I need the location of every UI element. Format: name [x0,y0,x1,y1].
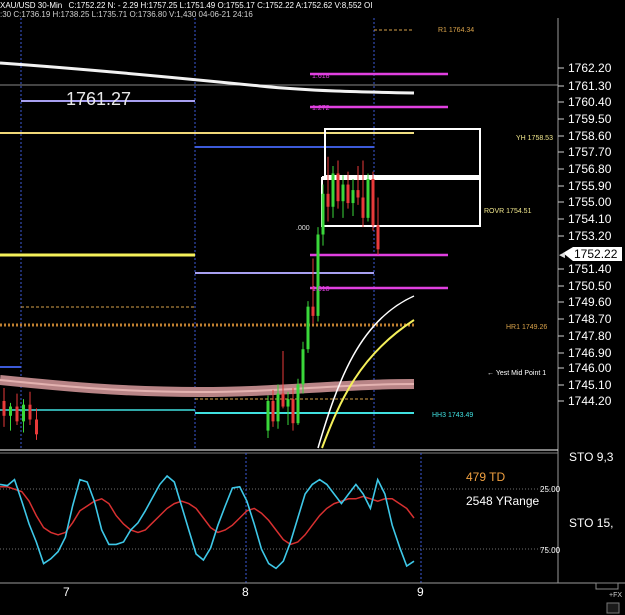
candle [376,197,380,255]
price-tick-label: 1761.30 [568,79,612,93]
price-tick-label: 1750.50 [568,279,612,293]
level-label: HR1 1749.26 [506,324,547,331]
candles [2,156,380,440]
chart-window: 1761.27 R1 1764.34 1.618 1.272 YH 1758.53 RO… [0,0,625,615]
date-tick-8: 8 [242,585,249,599]
range-boxes [321,128,481,227]
level-label: YH 1758.53 [516,135,553,142]
price-tick-label: 1744.20 [568,394,612,408]
candle [286,391,290,426]
date-tick-9: 9 [417,585,424,599]
price-tick-label: 1746.90 [568,346,612,360]
scroll-control[interactable] [595,582,619,590]
candle [28,391,32,426]
price-tick-label: 1762.20 [568,61,612,75]
candle [266,395,270,438]
candle [371,171,375,231]
level-label: ← Yest Mid Point 1 [487,370,546,377]
candle [326,156,330,222]
current-price-marker: 1752.22 ◄ [557,247,622,261]
current-price-label: 1752.22 [574,247,618,261]
candle [336,160,340,209]
candle [316,227,320,322]
price-tick-label: 1746.00 [568,361,612,375]
candle [291,388,295,431]
highlight-box-upper [324,128,481,177]
candle [356,166,360,205]
price-tick-label: 1757.70 [568,145,612,159]
price-tick-label: 1758.60 [568,129,612,143]
price-tick-label: 1748.70 [568,312,612,326]
level-label: R1 1764.34 [438,27,474,34]
td-label: 479 TD [466,470,505,484]
header-stats: XAU/USD 30-Min C:1752.22 N: - 2.29 H:175… [0,1,372,10]
price-tick-label: 1751.40 [568,262,612,276]
candle [361,160,365,228]
price-tick-label: 1745.10 [568,378,612,392]
price-tick-label: 1755.90 [568,179,612,193]
candle [351,179,355,216]
yrange-label: 2548 YRange [466,494,540,508]
candle [296,378,300,426]
candle [9,402,12,431]
level-label: HH3 1743.49 [432,412,473,419]
level-label: 1.618 [312,73,330,80]
candle [331,166,335,218]
price-tick-label: 1760.40 [568,95,612,109]
price-tick-label: 1749.60 [568,295,612,309]
stochastic-slow-line [0,486,415,546]
price-axis: 1762.20 1761.30 1760.40 1759.50 1758.60 1757.… [558,61,612,408]
candle [306,301,310,353]
header-second-line: :30 C:1736.19 H:1738.25 L:1735.71 O:1736… [0,10,253,19]
price-tick-label: 1759.50 [568,112,612,126]
ma-white [0,61,415,95]
candle [22,399,25,433]
candle [341,175,345,218]
indicator-pane: 479 TD 2548 YRange 25.00 75.00 STO 9,3 S… [0,450,614,583]
corner-button[interactable] [606,602,620,614]
fx-icon: +FX [609,592,622,599]
candle [35,408,38,440]
big-price-label: 1761.27 [66,89,131,109]
price-tick-label: 1755.00 [568,195,612,209]
ma-white-curve [317,295,415,449]
candle [366,173,370,222]
level-label: 1.272 [312,105,330,112]
sto-label-top: STO 9,3 [569,450,614,464]
sto-tick-75: 75.00 [540,546,561,555]
price-tick-label: 1753.20 [568,229,612,243]
price-chart: 1761.27 R1 1764.34 1.618 1.272 YH 1758.53 RO… [0,0,625,614]
sto-tick-25: 25.00 [540,485,561,494]
level-label: .000 [296,225,310,232]
candle [281,351,285,409]
price-tick-label: 1756.80 [568,162,612,176]
price-tick-label: 1754.10 [568,212,612,226]
level-labels: R1 1764.34 1.618 1.272 YH 1758.53 ROVR 1754.… [296,27,553,419]
level-label: 1.618 [312,286,330,293]
candle [15,393,19,426]
level-label: ROVR 1754.51 [484,208,532,215]
price-arrow-icon: ◄ [557,250,567,261]
candle [271,389,275,427]
candle [2,388,6,427]
sto-label-mid: STO 15, [569,516,613,530]
price-tick-label: 1747.80 [568,329,612,343]
date-tick-7: 7 [63,585,70,599]
highlight-box-lower [321,177,481,227]
